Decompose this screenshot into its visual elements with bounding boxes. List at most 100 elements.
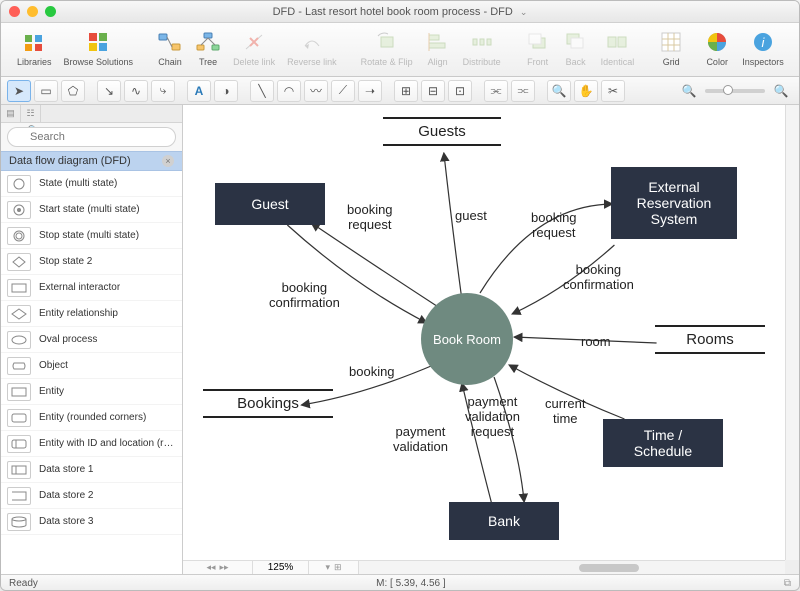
shape-item[interactable]: Data store 2	[1, 483, 182, 509]
window-title: DFD - Last resort hotel book room proces…	[1, 6, 799, 18]
library-header[interactable]: Data flow diagram (DFD) ×	[1, 151, 182, 171]
zoom-track[interactable]	[705, 89, 765, 93]
shape-item[interactable]: Oval process	[1, 327, 182, 353]
crop-tool[interactable]: ✂	[601, 80, 625, 102]
sidebar-tab-1[interactable]: ▤	[1, 105, 21, 122]
hand-tool[interactable]: ✋	[574, 80, 598, 102]
shape-label: Entity	[39, 386, 64, 397]
group-tool-2[interactable]: ⊟	[421, 80, 445, 102]
datastore-guests[interactable]: Guests	[383, 117, 501, 146]
page-prev-icon[interactable]: ◂◂	[206, 562, 215, 573]
hscroll-thumb[interactable]	[579, 564, 639, 572]
connector-tool-2[interactable]: ∿	[124, 80, 148, 102]
titlebar: DFD - Last resort hotel book room proces…	[1, 1, 799, 23]
shape-item[interactable]: External interactor	[1, 275, 182, 301]
tree-button[interactable]: Tree	[191, 27, 225, 69]
vertical-scrollbar[interactable]	[785, 105, 799, 560]
minimize-button[interactable]	[27, 6, 38, 17]
page-tab-controls: ◂◂ ▸▸	[183, 561, 253, 574]
zoom-thumb[interactable]	[723, 85, 733, 95]
grid-button[interactable]: Grid	[654, 27, 688, 69]
shape-item[interactable]: Data store 3	[1, 509, 182, 535]
arrow-tool[interactable]: ➝	[358, 80, 382, 102]
datastore-rooms[interactable]: Rooms	[655, 325, 765, 354]
snap-tool-2[interactable]: ⫗	[511, 80, 535, 102]
shape-item[interactable]: Object	[1, 353, 182, 379]
rotate-flip-button[interactable]: Rotate & Flip	[357, 27, 417, 69]
libraries-label: Libraries	[17, 57, 52, 67]
group-tool-1[interactable]: ⊞	[394, 80, 418, 102]
color-button[interactable]: Color	[700, 27, 734, 69]
zoom-in-icon[interactable]: 🔍	[769, 80, 793, 102]
page-add-controls: ▾ ⊞	[309, 561, 359, 574]
entity-bank[interactable]: Bank	[449, 502, 559, 540]
arc-tool[interactable]: ◠	[277, 80, 301, 102]
status-resize-icon[interactable]: ⧉	[784, 578, 791, 589]
shape-tool[interactable]: ⬠	[61, 80, 85, 102]
delete-link-button[interactable]: Delete link	[229, 27, 279, 69]
page-settings-icon[interactable]: ⊞	[334, 562, 342, 573]
polyline-tool[interactable]: ⟋	[331, 80, 355, 102]
shape-thumb-icon	[7, 175, 31, 193]
shape-item[interactable]: Entity (rounded corners)	[1, 405, 182, 431]
zoom-out-icon[interactable]: 🔍	[677, 80, 701, 102]
shape-thumb-icon	[7, 201, 31, 219]
datastore-bookings[interactable]: Bookings	[203, 389, 333, 418]
align-button[interactable]: Align	[421, 27, 455, 69]
front-icon	[525, 29, 551, 55]
search-input[interactable]	[7, 127, 176, 147]
horizontal-scrollbar[interactable]: ◂◂ ▸▸ 125% ▾ ⊞	[183, 560, 785, 574]
browse-solutions-button[interactable]: Browse Solutions	[60, 27, 138, 69]
process-book-room[interactable]: Book Room	[421, 293, 513, 385]
rect-tool[interactable]: ▭	[34, 80, 58, 102]
inspectors-button[interactable]: i Inspectors	[738, 27, 788, 69]
entity-ers[interactable]: External Reservation System	[611, 167, 737, 239]
align-icon	[425, 29, 451, 55]
shape-item[interactable]: Stop state (multi state)	[1, 223, 182, 249]
add-page-icon[interactable]: ▾	[325, 562, 330, 573]
library-close-icon[interactable]: ×	[162, 155, 174, 167]
eyedropper-tool[interactable]: ◑	[214, 80, 238, 102]
shape-thumb-icon	[7, 487, 31, 505]
snap-tool-1[interactable]: ⫘	[484, 80, 508, 102]
shape-item[interactable]: Stop state 2	[1, 249, 182, 275]
shape-item[interactable]: Data store 1	[1, 457, 182, 483]
front-button[interactable]: Front	[521, 27, 555, 69]
shape-label: Entity relationship	[39, 308, 118, 319]
entity-guest[interactable]: Guest	[215, 183, 325, 225]
shape-item[interactable]: State (multi state)	[1, 171, 182, 197]
group-tool-3[interactable]: ⊡	[448, 80, 472, 102]
entity-time-label: Time / Schedule	[634, 427, 692, 459]
line-tool[interactable]: ╲	[250, 80, 274, 102]
entity-ers-label: External Reservation System	[637, 179, 712, 227]
shape-item[interactable]: Entity with ID and location (rou...	[1, 431, 182, 457]
maximize-button[interactable]	[45, 6, 56, 17]
title-dropdown-icon[interactable]: ⌄	[520, 7, 528, 17]
sidebar-tab-2[interactable]: ☷	[21, 105, 41, 122]
connector-tool-3[interactable]: ⤷	[151, 80, 175, 102]
shape-list[interactable]: State (multi state)Start state (multi st…	[1, 171, 182, 574]
connector-tool-1[interactable]: ↘	[97, 80, 121, 102]
chain-button[interactable]: Chain	[153, 27, 187, 69]
distribute-button[interactable]: Distribute	[459, 27, 505, 69]
text-tool[interactable]: A	[187, 80, 211, 102]
pointer-tool[interactable]: ➤	[7, 80, 31, 102]
shape-item[interactable]: Entity relationship	[1, 301, 182, 327]
identical-button[interactable]: Identical	[597, 27, 639, 69]
shape-label: Data store 1	[39, 464, 93, 475]
datastore-rooms-label: Rooms	[655, 327, 765, 352]
reverse-link-button[interactable]: Reverse link	[283, 27, 341, 69]
close-button[interactable]	[9, 6, 20, 17]
entity-time-schedule[interactable]: Time / Schedule	[603, 419, 723, 467]
reverse-link-label: Reverse link	[287, 57, 337, 67]
zoom-display[interactable]: 125%	[253, 561, 309, 574]
back-button[interactable]: Back	[559, 27, 593, 69]
spline-tool[interactable]: 〰	[304, 80, 328, 102]
zoom-tool[interactable]: 🔍	[547, 80, 571, 102]
page-next-icon[interactable]: ▸▸	[220, 562, 229, 573]
zoom-slider[interactable]: 🔍 🔍	[677, 80, 793, 102]
shape-item[interactable]: Entity	[1, 379, 182, 405]
canvas[interactable]: Book Room Guest External Reservation Sys…	[183, 105, 785, 560]
shape-item[interactable]: Start state (multi state)	[1, 197, 182, 223]
libraries-button[interactable]: Libraries	[13, 27, 56, 69]
